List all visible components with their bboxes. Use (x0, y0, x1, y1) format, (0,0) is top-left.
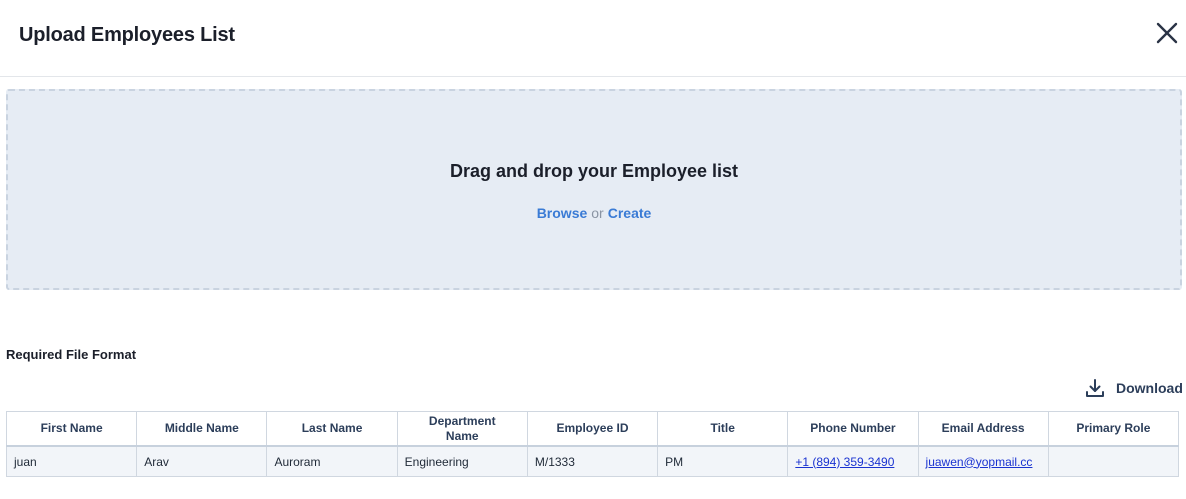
cell-employee-id: M/1333 (526, 445, 659, 477)
column-header: Primary Role (1047, 411, 1180, 447)
column-header: Department Name (396, 411, 528, 447)
modal-title: Upload Employees List (19, 24, 235, 46)
column-header: Phone Number (787, 411, 919, 447)
or-text: or (591, 205, 604, 221)
column-header: Employee ID (526, 411, 659, 447)
browse-link[interactable]: Browse (537, 205, 588, 221)
format-table: First Name Middle Name Last Name Departm… (5, 411, 1180, 477)
cell-email-link[interactable]: juawen@yopmail.cc (917, 445, 1049, 477)
modal-header: Upload Employees List (0, 0, 1186, 77)
close-icon[interactable] (1154, 20, 1180, 46)
dropzone-title: Drag and drop your Employee list (449, 161, 739, 181)
table-row: juan Arav Auroram Engineering M/1333 PM … (5, 445, 1180, 477)
download-icon (1086, 379, 1104, 397)
column-header: Title (657, 411, 789, 447)
cell-middle-name: Arav (136, 445, 268, 477)
column-header: Last Name (266, 411, 398, 447)
column-header: Middle Name (136, 411, 268, 447)
cell-last-name: Auroram (266, 445, 398, 477)
column-header: Email Address (917, 411, 1049, 447)
cell-department-name: Engineering (396, 445, 528, 477)
required-format-heading: Required File Format (6, 347, 137, 362)
cell-primary-role (1047, 445, 1180, 477)
download-button[interactable]: Download (1085, 377, 1183, 399)
file-dropzone[interactable]: Drag and drop your Employee list Browse o… (6, 89, 1182, 290)
cell-title: PM (657, 445, 789, 477)
table-header-row: First Name Middle Name Last Name Departm… (5, 411, 1180, 447)
create-link[interactable]: Create (608, 205, 652, 221)
download-label: Download (1116, 380, 1183, 396)
cell-phone-link[interactable]: +1 (894) 359-3490 (787, 445, 919, 477)
cell-first-name: juan (5, 445, 138, 477)
column-header: First Name (5, 411, 138, 447)
dropzone-actions: Browse or Create (8, 205, 1180, 221)
